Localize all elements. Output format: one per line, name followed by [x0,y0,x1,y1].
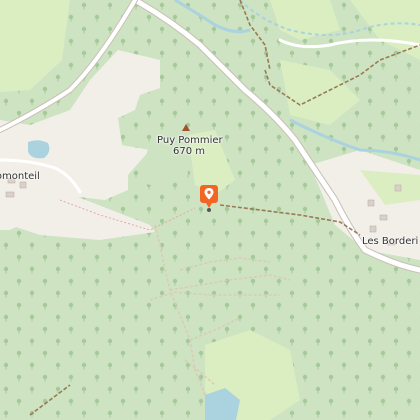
map-pin-icon [200,185,218,212]
peak-name-label: Puy Pommier [157,135,223,146]
building [19,181,27,189]
map-canvas[interactable]: Puy Pommier 670 m romonteil Les Borderi [0,0,420,420]
building [369,225,377,233]
place-label-left: romonteil [0,171,40,182]
place-label-right: Les Borderi [362,236,419,247]
peak-elevation-label: 670 m [173,146,206,157]
building [394,184,402,192]
location-marker[interactable] [199,184,219,212]
building [379,214,388,221]
building [5,191,15,198]
pond [28,140,50,159]
building [367,199,375,207]
